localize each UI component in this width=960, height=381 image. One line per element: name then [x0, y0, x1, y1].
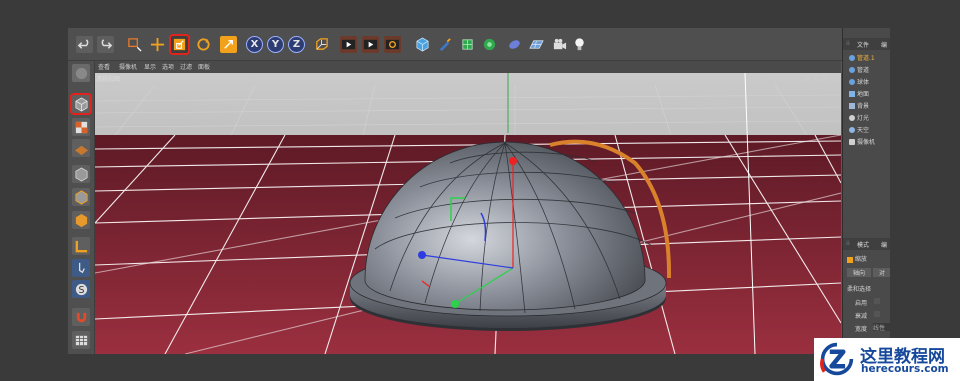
perspective-viewport[interactable]: 透视视图 ✥ ⇕ ⟳ ◻	[95, 73, 841, 354]
model-mode-icon[interactable]	[70, 93, 92, 115]
svg-text:S: S	[78, 284, 84, 295]
tab-mode[interactable]: 模式	[857, 240, 869, 249]
menu-filter[interactable]: 过滤	[180, 62, 192, 71]
cube-object-icon[interactable]	[414, 36, 431, 53]
soft-selection-group[interactable]: 柔和选择	[847, 284, 871, 293]
subdivision-surface-icon[interactable]	[459, 36, 476, 53]
cloner-icon[interactable]	[481, 36, 498, 53]
right-panel: ⁞⁞ 文件 编 管道.1 管道 球体 地面 背景 灯光 天空 摄像机 ⁞⁞ 模式…	[842, 28, 890, 354]
object-item[interactable]: 背景	[849, 101, 869, 110]
deformer-icon[interactable]	[506, 36, 523, 53]
grip-icon: ⁞⁞	[846, 40, 850, 47]
polygons-mode-icon[interactable]	[72, 211, 90, 229]
render-to-picture-viewer-icon[interactable]	[362, 36, 379, 53]
cinema4d-window: X Y Z S 查看 摄像机 显示 选项 过滤 面板 透视视图 ✥ ⇕ ⟳ ◻ …	[68, 28, 890, 354]
workplane-mode-icon[interactable]	[72, 139, 90, 157]
object-item[interactable]: 管道	[849, 65, 869, 74]
redo-icon[interactable]	[97, 36, 114, 53]
axis-mode-icon[interactable]	[72, 237, 90, 255]
camera-object-icon[interactable]	[551, 36, 568, 53]
workplane-grid-icon[interactable]	[72, 331, 90, 349]
live-selection-icon[interactable]	[126, 36, 143, 53]
render-settings-icon[interactable]	[384, 36, 401, 53]
snapping-icon[interactable]: S	[72, 280, 90, 298]
object-item[interactable]: 地面	[849, 89, 869, 98]
tab-edit-attr[interactable]: 编	[881, 240, 887, 249]
tweak-mode-icon[interactable]	[72, 259, 90, 277]
floor-icon	[849, 90, 855, 97]
menu-cameras[interactable]: 摄像机	[119, 62, 137, 71]
tab-edit[interactable]: 编	[881, 40, 887, 49]
edges-mode-icon[interactable]	[72, 188, 90, 206]
floor-object-icon[interactable]	[528, 36, 545, 53]
tab-file[interactable]: 文件	[857, 40, 869, 49]
menu-panel[interactable]: 面板	[198, 62, 210, 71]
rotate-tool-icon[interactable]	[195, 36, 212, 53]
z-axis-lock-icon[interactable]: Z	[288, 36, 305, 53]
camera-icon	[849, 138, 855, 145]
menu-display[interactable]: 显示	[144, 62, 156, 71]
texture-mode-icon[interactable]	[72, 118, 90, 136]
falloff-checkbox[interactable]	[874, 311, 880, 317]
recent-tool-icon[interactable]	[220, 36, 237, 53]
scale-tool-title: 缩放	[847, 254, 867, 263]
x-axis-lock-icon[interactable]: X	[246, 36, 263, 53]
light-icon	[849, 114, 855, 121]
viewport-scene	[95, 73, 841, 354]
object-item[interactable]: 天空	[849, 125, 869, 134]
width-label: 宽度	[855, 326, 868, 333]
attribute-manager-header: ⁞⁞ 模式 编	[843, 238, 890, 250]
width-dropdown[interactable]: 线性	[873, 323, 890, 332]
object-manager-header: ⁞⁞ 文件 编	[843, 38, 890, 50]
tab-axis[interactable]: 轴向	[847, 268, 871, 277]
points-mode-icon[interactable]	[72, 165, 90, 183]
watermark-en: herecours.com	[861, 363, 949, 375]
falloff-label: 衰减	[855, 313, 868, 320]
object-item[interactable]: 管道.1	[849, 53, 875, 62]
scale-tool-icon[interactable]	[169, 34, 190, 55]
sky-icon	[849, 126, 855, 133]
grip-icon: ⁞⁞	[846, 240, 850, 247]
coordinate-system-icon[interactable]	[313, 36, 330, 53]
light-object-icon[interactable]	[571, 36, 588, 53]
menu-view[interactable]: 查看	[98, 62, 110, 71]
object-item[interactable]: 灯光	[849, 113, 869, 122]
render-view-icon[interactable]	[340, 36, 357, 53]
pipe-icon	[849, 66, 855, 73]
y-axis-lock-icon[interactable]: Y	[267, 36, 284, 53]
enable-label: 启用	[855, 300, 868, 307]
menu-options[interactable]: 选项	[162, 62, 174, 71]
main-toolbar: X Y Z	[68, 28, 844, 61]
object-item[interactable]: 摄像机	[849, 137, 875, 146]
object-item[interactable]: 球体	[849, 77, 869, 86]
magnet-icon[interactable]	[72, 308, 90, 326]
viewport-label: 透视视图	[96, 76, 121, 83]
background-icon	[849, 102, 855, 109]
x-axis-handle[interactable]	[418, 251, 426, 259]
site-logo	[820, 342, 854, 376]
z-axis-handle[interactable]	[451, 300, 459, 308]
left-mode-toolbar: S	[68, 61, 95, 354]
move-tool-icon[interactable]	[149, 36, 166, 53]
pen-spline-icon[interactable]	[436, 36, 453, 53]
viewport-menu-bar: 查看 摄像机 显示 选项 过滤 面板	[95, 61, 841, 73]
tab-object[interactable]: 对	[873, 268, 890, 277]
site-watermark: 这里教程网 herecours.com	[814, 338, 960, 381]
undo-icon[interactable]	[76, 36, 93, 53]
pipe-icon	[849, 54, 855, 61]
enable-checkbox[interactable]	[874, 298, 880, 304]
make-editable-icon[interactable]	[72, 64, 90, 82]
scale-tool-small-icon	[847, 256, 853, 263]
y-axis-handle[interactable]	[509, 157, 517, 165]
viewport-nav-icons[interactable]: ✥ ⇕ ⟳ ◻	[804, 74, 838, 83]
sphere-icon	[849, 78, 855, 85]
